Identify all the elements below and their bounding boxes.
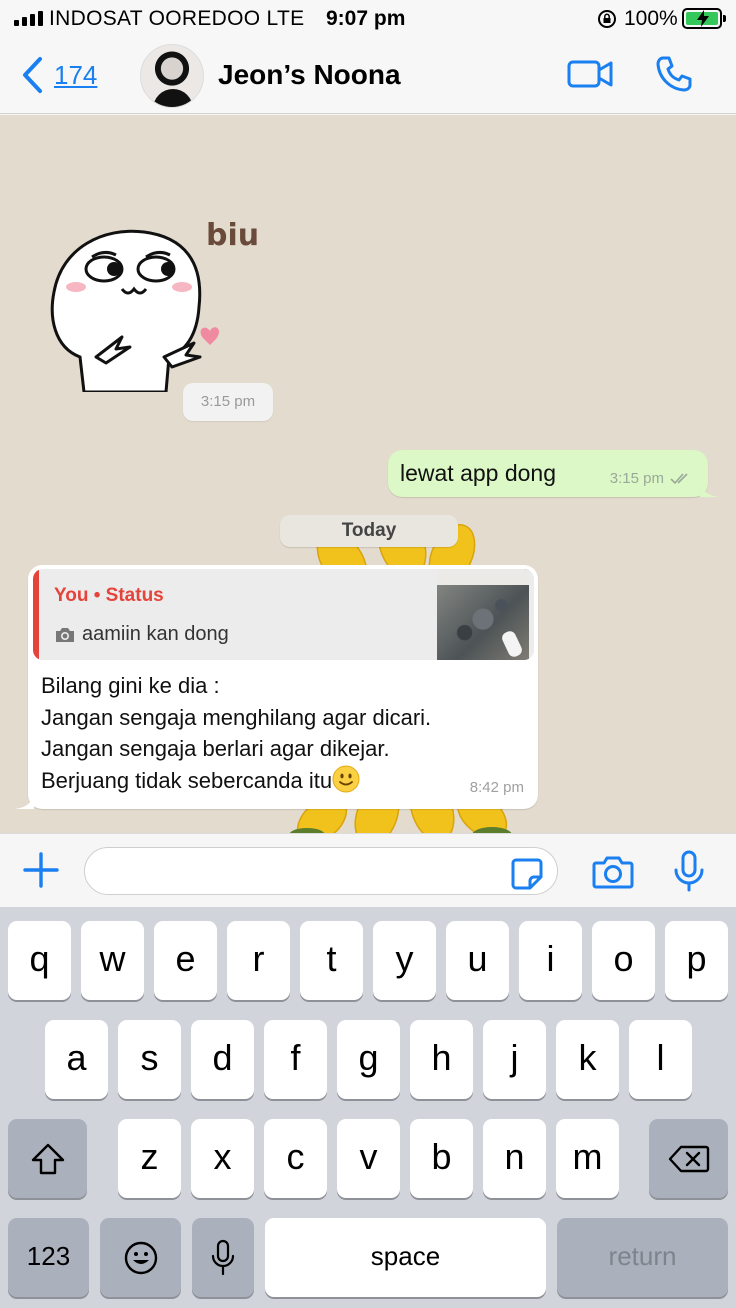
shift-icon bbox=[31, 1143, 64, 1174]
video-call-icon[interactable] bbox=[566, 56, 614, 92]
sticker-image[interactable]: biu bbox=[44, 207, 274, 392]
chat-header: 174 Jeon’s Noona bbox=[0, 38, 736, 114]
phone-call-icon[interactable] bbox=[654, 54, 694, 94]
status-time: 9:07 pm bbox=[326, 7, 406, 30]
message-text: lewat app dong bbox=[400, 460, 557, 486]
camera-icon[interactable] bbox=[592, 854, 634, 890]
carrier-label: INDOSAT OOREDOO LTE bbox=[49, 7, 305, 30]
key-x[interactable]: x bbox=[191, 1119, 254, 1198]
orientation-lock-icon bbox=[598, 10, 616, 28]
chevron-left-icon bbox=[23, 57, 42, 93]
key-n[interactable]: n bbox=[483, 1119, 546, 1198]
sticker-icon[interactable] bbox=[510, 857, 544, 891]
key-l[interactable]: l bbox=[629, 1020, 692, 1099]
key-f[interactable]: f bbox=[264, 1020, 327, 1099]
space-key[interactable]: space bbox=[265, 1218, 546, 1297]
key-e[interactable]: e bbox=[154, 921, 217, 1000]
message-timestamp: 8:42 pm bbox=[469, 779, 524, 796]
key-v[interactable]: v bbox=[337, 1119, 400, 1198]
key-c[interactable]: c bbox=[264, 1119, 327, 1198]
microphone-icon[interactable] bbox=[672, 850, 706, 892]
message-timestamp: 3:15 pm bbox=[609, 470, 664, 487]
key-j[interactable]: j bbox=[483, 1020, 546, 1099]
key-o[interactable]: o bbox=[592, 921, 655, 1000]
key-d[interactable]: d bbox=[191, 1020, 254, 1099]
bubble-tail bbox=[700, 481, 720, 497]
key-p[interactable]: p bbox=[665, 921, 728, 1000]
microphone-icon bbox=[211, 1239, 235, 1275]
camera-icon bbox=[56, 628, 74, 642]
bubble-tail bbox=[14, 793, 34, 809]
key-u[interactable]: u bbox=[446, 921, 509, 1000]
unread-count: 174 bbox=[54, 59, 98, 90]
quote-author: You • Status bbox=[54, 585, 164, 606]
key-y[interactable]: y bbox=[373, 921, 436, 1000]
key-m[interactable]: m bbox=[556, 1119, 619, 1198]
message-line: Bilang gini ke dia : bbox=[41, 673, 220, 698]
dictation-key[interactable] bbox=[192, 1218, 254, 1297]
message-text: Bilang gini ke dia : Jangan sengaja meng… bbox=[41, 670, 431, 796]
contact-name[interactable]: Jeon’s Noona bbox=[218, 59, 401, 91]
message-meta: 3:15 pm bbox=[610, 470, 692, 487]
quote-text: aamiin kan dong bbox=[82, 623, 229, 645]
key-w[interactable]: w bbox=[81, 921, 144, 1000]
backspace-icon bbox=[668, 1145, 709, 1172]
double-tick-icon bbox=[670, 472, 688, 484]
key-t[interactable]: t bbox=[300, 921, 363, 1000]
avatar[interactable] bbox=[140, 44, 204, 108]
emoji-icon bbox=[124, 1241, 157, 1274]
battery-icon bbox=[682, 8, 726, 29]
key-b[interactable]: b bbox=[410, 1119, 473, 1198]
status-bar: INDOSAT OOREDOO LTE 9:07 pm 100% bbox=[0, 0, 736, 38]
key-g[interactable]: g bbox=[337, 1020, 400, 1099]
key-k[interactable]: k bbox=[556, 1020, 619, 1099]
key-q[interactable]: q bbox=[8, 921, 71, 1000]
status-thumbnail bbox=[437, 569, 529, 660]
key-z[interactable]: z bbox=[118, 1119, 181, 1198]
plus-icon[interactable] bbox=[22, 851, 60, 889]
key-i[interactable]: i bbox=[519, 921, 582, 1000]
message-line: Jangan sengaja menghilang agar dicari. bbox=[41, 704, 432, 730]
quote-accent-bar bbox=[33, 569, 39, 660]
key-h[interactable]: h bbox=[410, 1020, 473, 1099]
back-button[interactable]: 174 bbox=[20, 56, 97, 94]
key-s[interactable]: s bbox=[118, 1020, 181, 1099]
smiling-face-emoji-icon bbox=[332, 765, 360, 792]
shift-key[interactable] bbox=[8, 1119, 87, 1198]
sticker-timestamp: 3:15 pm bbox=[183, 383, 273, 421]
sticker-text: biu bbox=[206, 218, 259, 253]
message-line: Berjuang tidak sebercanda itu bbox=[41, 767, 333, 793]
incoming-message[interactable]: You • Status aamiin kan dong Bilang gini… bbox=[14, 565, 538, 809]
chat-area[interactable]: biu 3:15 pm lewat app dong 3:15 pm Today… bbox=[0, 115, 736, 833]
key-a[interactable]: a bbox=[45, 1020, 108, 1099]
battery-percentage: 100% bbox=[624, 7, 678, 30]
backspace-key[interactable] bbox=[649, 1119, 728, 1198]
return-key[interactable]: return bbox=[557, 1218, 728, 1297]
date-separator: Today bbox=[280, 515, 458, 547]
numbers-key[interactable]: 123 bbox=[8, 1218, 89, 1297]
signal-strength-icon bbox=[14, 10, 43, 26]
message-line: Jangan sengaja berlari agar dikejar. bbox=[41, 736, 390, 761]
emoji-key[interactable] bbox=[100, 1218, 181, 1297]
outgoing-message[interactable]: lewat app dong 3:15 pm bbox=[388, 450, 720, 497]
message-input[interactable] bbox=[84, 847, 558, 895]
keyboard: q w e r t y u i o p a s d f g h j k l z … bbox=[0, 907, 736, 1308]
key-r[interactable]: r bbox=[227, 921, 290, 1000]
message-line-last: Berjuang tidak sebercanda itu bbox=[41, 765, 431, 797]
message-input-bar bbox=[0, 833, 736, 907]
quoted-status-reply[interactable]: You • Status aamiin kan dong bbox=[33, 569, 534, 660]
